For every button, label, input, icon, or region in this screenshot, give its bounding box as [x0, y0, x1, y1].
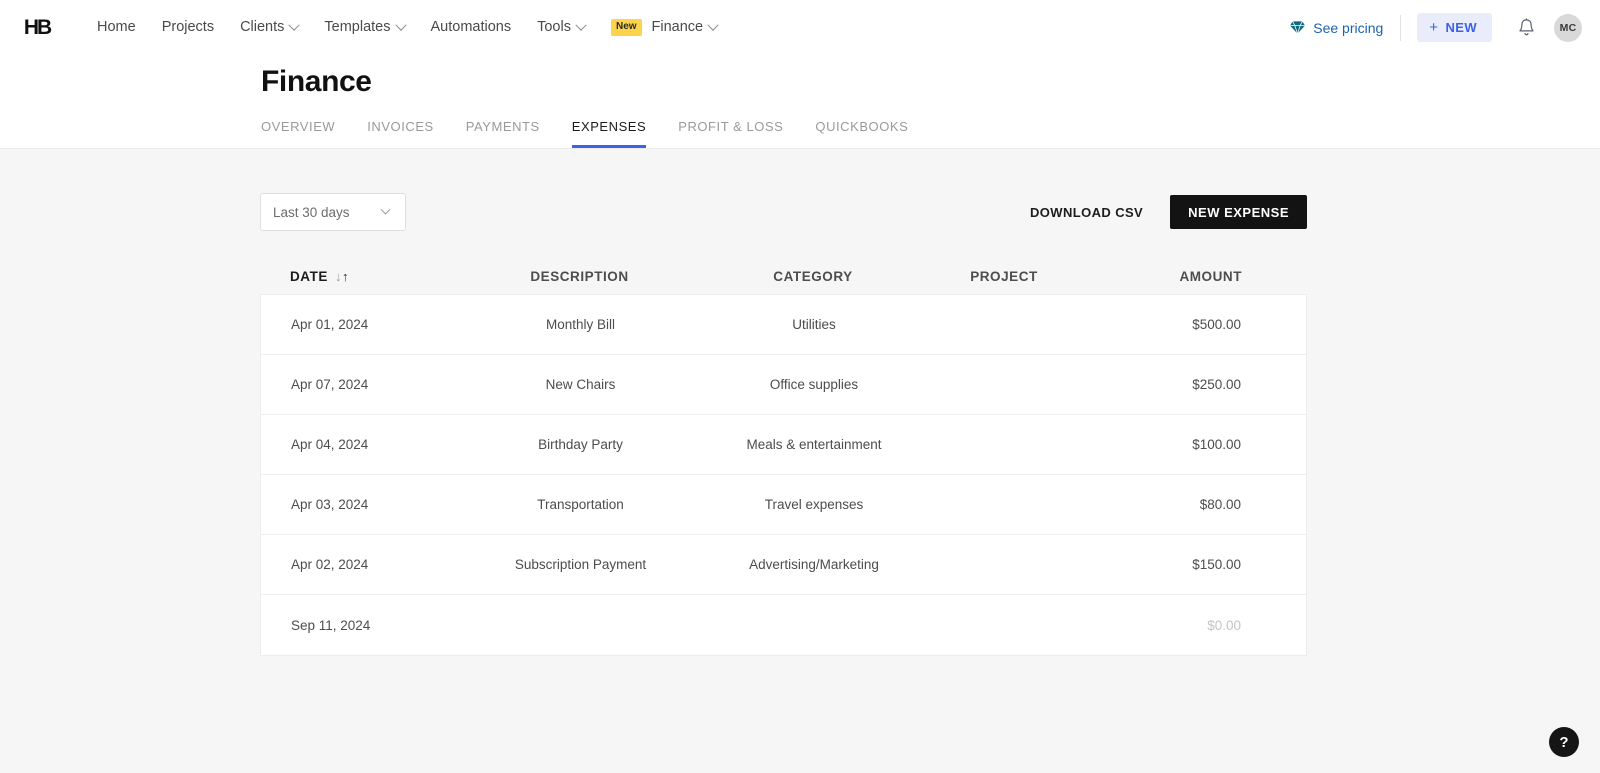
nav-item-label: Home — [97, 20, 136, 35]
tab-quickbooks[interactable]: QUICKBOOKS — [815, 113, 908, 148]
tab-expenses[interactable]: EXPENSES — [572, 113, 646, 148]
chevron-down-icon — [381, 204, 391, 214]
table-row[interactable]: Apr 07, 2024 New Chairs Office supplies … — [261, 355, 1306, 415]
cell-category: Office supplies — [698, 377, 930, 392]
column-header-date-label: DATE — [290, 269, 328, 284]
column-header-amount: AMOUNT — [1079, 269, 1307, 294]
finance-tabs: OVERVIEW INVOICES PAYMENTS EXPENSES PROF… — [261, 113, 1600, 148]
diamond-icon — [1289, 20, 1306, 35]
nav-item-tools[interactable]: Tools — [524, 14, 598, 41]
table-header-row: DATE ↓↑ DESCRIPTION CATEGORY PROJECT AMO… — [260, 260, 1307, 294]
honeybook-logo[interactable]: HB — [20, 15, 54, 41]
cell-category: Utilities — [698, 317, 930, 332]
date-range-select[interactable]: Last 30 days — [260, 193, 406, 231]
table-row[interactable]: Apr 02, 2024 Subscription Payment Advert… — [261, 535, 1306, 595]
cell-amount: $80.00 — [1080, 497, 1306, 512]
cell-category: Advertising/Marketing — [698, 557, 930, 572]
nav-item-templates[interactable]: Templates — [311, 14, 417, 41]
cell-amount: $100.00 — [1080, 437, 1306, 452]
expenses-toolbar: Last 30 days DOWNLOAD CSV NEW EXPENSE — [260, 193, 1307, 231]
table-row[interactable]: Apr 01, 2024 Monthly Bill Utilities $500… — [261, 295, 1306, 355]
cell-amount: $500.00 — [1080, 317, 1306, 332]
cell-description: Monthly Bill — [463, 317, 698, 332]
top-navigation-bar: HB Home Projects Clients Templates Autom… — [0, 0, 1600, 55]
cell-description: New Chairs — [463, 377, 698, 392]
tab-overview[interactable]: OVERVIEW — [261, 113, 335, 148]
help-button[interactable]: ? — [1549, 727, 1579, 757]
cell-category: Meals & entertainment — [698, 437, 930, 452]
cell-date: Apr 07, 2024 — [261, 377, 463, 392]
cell-description: Transportation — [463, 497, 698, 512]
table-row[interactable]: Sep 11, 2024 $0.00 — [261, 595, 1306, 655]
cell-amount: $150.00 — [1080, 557, 1306, 572]
sort-descending-icon: ↓ — [335, 270, 342, 283]
cell-amount: $0.00 — [1080, 618, 1306, 633]
nav-item-label: Templates — [324, 20, 390, 35]
column-header-description: DESCRIPTION — [462, 269, 697, 294]
nav-item-label: Finance — [652, 20, 704, 35]
cell-date: Sep 11, 2024 — [261, 618, 463, 633]
new-expense-button[interactable]: NEW EXPENSE — [1170, 195, 1307, 229]
bell-icon — [1518, 18, 1535, 37]
tab-invoices[interactable]: INVOICES — [367, 113, 434, 148]
download-csv-button[interactable]: DOWNLOAD CSV — [1030, 205, 1143, 220]
cell-description: Birthday Party — [463, 437, 698, 452]
tab-payments[interactable]: PAYMENTS — [466, 113, 540, 148]
column-header-date[interactable]: DATE ↓↑ — [260, 269, 462, 294]
chevron-down-icon — [575, 19, 586, 30]
sort-toggle-icon[interactable]: ↓↑ — [335, 270, 349, 283]
see-pricing-link[interactable]: See pricing — [1289, 15, 1401, 41]
page-header: Finance OVERVIEW INVOICES PAYMENTS EXPEN… — [0, 55, 1600, 149]
chevron-down-icon — [289, 19, 300, 30]
new-button-label: NEW — [1445, 21, 1477, 34]
nav-item-automations[interactable]: Automations — [418, 14, 525, 41]
cell-date: Apr 04, 2024 — [261, 437, 463, 452]
tab-profit-and-loss[interactable]: PROFIT & LOSS — [678, 113, 783, 148]
table-row[interactable]: Apr 04, 2024 Birthday Party Meals & ente… — [261, 415, 1306, 475]
chevron-down-icon — [395, 19, 406, 30]
cell-amount: $250.00 — [1080, 377, 1306, 392]
toolbar-actions: DOWNLOAD CSV NEW EXPENSE — [1030, 195, 1307, 229]
column-header-project: PROJECT — [929, 269, 1079, 294]
nav-item-projects[interactable]: Projects — [149, 14, 227, 41]
nav-item-label: Clients — [240, 20, 284, 35]
expenses-panel: Last 30 days DOWNLOAD CSV NEW EXPENSE DA… — [260, 193, 1307, 656]
nav-item-home[interactable]: Home — [84, 14, 149, 41]
nav-item-finance[interactable]: New Finance — [598, 13, 730, 42]
new-badge: New — [611, 19, 642, 36]
column-header-category: CATEGORY — [697, 269, 929, 294]
see-pricing-label: See pricing — [1313, 20, 1383, 36]
nav-item-label: Tools — [537, 20, 571, 35]
cell-category: Travel expenses — [698, 497, 930, 512]
avatar[interactable]: MC — [1554, 14, 1582, 42]
nav-right-actions: See pricing + NEW MC — [1289, 13, 1582, 42]
cell-date: Apr 01, 2024 — [261, 317, 463, 332]
expenses-table: DATE ↓↑ DESCRIPTION CATEGORY PROJECT AMO… — [260, 260, 1307, 656]
table-body: Apr 01, 2024 Monthly Bill Utilities $500… — [260, 294, 1307, 656]
nav-item-label: Projects — [162, 20, 214, 35]
page-title: Finance — [261, 55, 1600, 99]
date-range-value: Last 30 days — [273, 205, 350, 220]
table-row[interactable]: Apr 03, 2024 Transportation Travel expen… — [261, 475, 1306, 535]
cell-date: Apr 03, 2024 — [261, 497, 463, 512]
nav-item-label: Automations — [431, 20, 512, 35]
plus-icon: + — [1429, 20, 1438, 35]
sort-ascending-icon: ↑ — [342, 270, 349, 283]
cell-date: Apr 02, 2024 — [261, 557, 463, 572]
chevron-down-icon — [707, 19, 718, 30]
notifications-button[interactable] — [1506, 18, 1546, 37]
nav-item-clients[interactable]: Clients — [227, 14, 311, 41]
main-content: Last 30 days DOWNLOAD CSV NEW EXPENSE DA… — [0, 149, 1600, 773]
primary-nav-links: Home Projects Clients Templates Automati… — [84, 13, 730, 42]
cell-description: Subscription Payment — [463, 557, 698, 572]
new-button[interactable]: + NEW — [1417, 13, 1492, 42]
